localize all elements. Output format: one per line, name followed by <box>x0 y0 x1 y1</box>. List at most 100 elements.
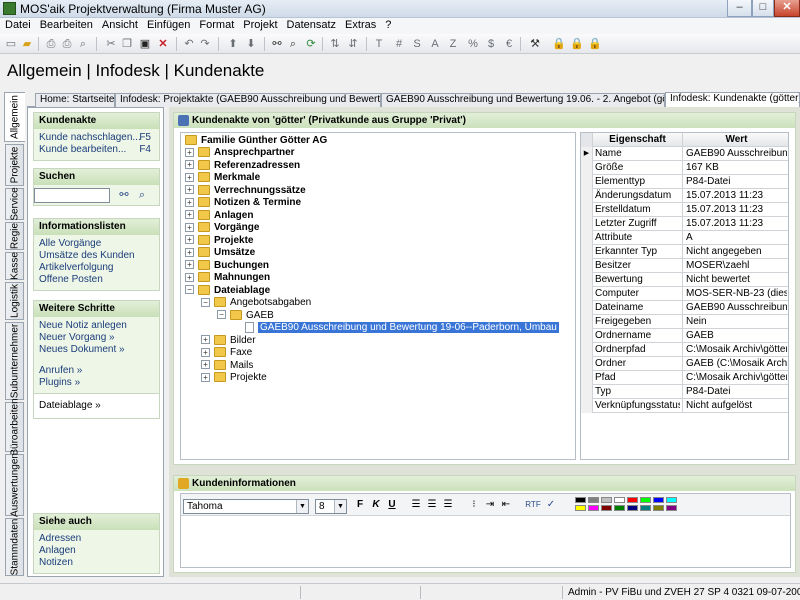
expand-icon[interactable]: + <box>201 372 210 382</box>
menu-projekt[interactable]: Projekt <box>238 18 281 31</box>
menu-einfuegen[interactable]: Einfügen <box>142 18 194 31</box>
property-row[interactable]: DateinameGAEB90 Ausschreibung ... <box>581 301 788 315</box>
vtab-logistik[interactable]: Logistik <box>5 282 24 320</box>
align-left-icon[interactable]: ☰ <box>409 498 423 512</box>
tree-node[interactable]: + Projekte <box>201 372 267 384</box>
bullet-list-icon[interactable]: ⁝ <box>467 498 481 512</box>
color-swatch[interactable] <box>601 497 612 503</box>
property-row[interactable]: Freigegeben Nein <box>581 315 788 329</box>
advanced-search-icon[interactable]: ⌕ <box>134 187 150 203</box>
property-row[interactable]: PfadC:\Mosaik Archiv\götter\... <box>581 371 788 385</box>
tree-node[interactable]: + Mails <box>201 360 253 372</box>
neues-dokument-link[interactable]: Neues Dokument » <box>39 344 154 356</box>
property-row[interactable]: Größe 167 KB <box>581 161 788 175</box>
color-swatch[interactable] <box>653 505 664 511</box>
expand-icon[interactable]: + <box>201 347 210 357</box>
indent-icon[interactable]: ⇥ <box>483 498 497 512</box>
refresh-icon[interactable]: ⟳ <box>304 37 318 51</box>
property-row[interactable]: Erkannter Typ Nicht angegeben <box>581 245 788 259</box>
property-row[interactable]: ▶NameGAEB90 Ausschreibung ... <box>581 147 788 161</box>
color-swatch[interactable] <box>653 497 664 503</box>
bold-button[interactable]: F <box>353 498 367 512</box>
color-swatch[interactable] <box>614 497 625 503</box>
expand-icon[interactable]: + <box>185 172 194 182</box>
tree-node[interactable]: + Buchungen <box>185 260 269 272</box>
umsaetze-link[interactable]: Umsätze des Kunden <box>39 250 154 262</box>
menu-bearbeiten[interactable]: Bearbeiten <box>35 18 97 31</box>
neuer-vorgang-link[interactable]: Neuer Vorgang » <box>39 332 154 344</box>
italic-button[interactable]: K <box>369 498 383 512</box>
maximize-button[interactable]: □ <box>752 0 774 17</box>
tree-node[interactable]: + Umsätze <box>185 247 255 259</box>
adressen-link[interactable]: Adressen <box>39 533 154 545</box>
tree-node-gaeb[interactable]: − GAEB <box>217 310 274 322</box>
a-icon[interactable]: A <box>428 37 442 51</box>
size-select[interactable]: 8 ▼ <box>315 499 347 514</box>
z-icon[interactable]: Z <box>446 37 460 51</box>
rtf-icon[interactable]: RTF <box>525 498 541 512</box>
tree-node-angebotsabgaben[interactable]: − Angebotsabgaben <box>201 297 311 309</box>
property-row[interactable]: ComputerMOS-SER-NB-23 (dieser ... <box>581 287 788 301</box>
notizen-link[interactable]: Notizen <box>39 557 154 569</box>
color-swatch[interactable] <box>627 505 638 511</box>
print-setup-icon[interactable]: ⎙ <box>60 37 74 51</box>
vtab-auswertungen[interactable]: Auswertungen <box>5 453 24 517</box>
lock-blue-icon[interactable]: 🔒 <box>552 37 566 51</box>
property-row[interactable]: OrdnerGAEB (C:\Mosaik Archiv\... <box>581 357 788 371</box>
expand-icon[interactable]: + <box>185 160 194 170</box>
delete-icon[interactable]: ✕ <box>156 37 170 51</box>
tree-node[interactable]: + Merkmale <box>185 172 260 184</box>
collapse-icon[interactable]: − <box>201 297 210 307</box>
property-row[interactable]: Erstelldatum 15.07.2013 11:23 <box>581 203 788 217</box>
undo-icon[interactable]: ↶ <box>182 37 196 51</box>
align-center-icon[interactable]: ☰ <box>425 498 439 512</box>
underline-button[interactable]: U <box>385 498 399 512</box>
tree-node[interactable]: + Verrechnungssätze <box>185 185 306 197</box>
expand-icon[interactable]: + <box>185 185 194 195</box>
menu-ansicht[interactable]: Ansicht <box>97 18 142 31</box>
color-swatch[interactable] <box>640 497 651 503</box>
tab-kundenakte[interactable]: Infodesk: Kundenakte (götter)× <box>665 92 800 108</box>
copy-icon[interactable]: ❐ <box>120 37 134 51</box>
collapse-icon[interactable]: − <box>217 310 226 320</box>
menu-extras[interactable]: Extras <box>340 18 380 31</box>
tools-icon[interactable]: ⚒ <box>528 37 542 51</box>
vtab-bueroarbeiten[interactable]: Büroarbeiten <box>5 398 24 456</box>
anlagen-link[interactable]: Anlagen <box>39 545 154 557</box>
expand-icon[interactable]: + <box>185 147 194 157</box>
tree-node-dateiablage[interactable]: − Dateiablage <box>185 285 270 297</box>
s-icon[interactable]: S <box>410 37 424 51</box>
tree-node-file[interactable]: GAEB90 Ausschreibung und Bewertung 19-06… <box>245 321 560 335</box>
color-swatch[interactable] <box>666 497 677 503</box>
open-icon[interactable]: ▰ <box>20 37 34 51</box>
color-swatch[interactable] <box>627 497 638 503</box>
tree-node[interactable]: + Ansprechpartner <box>185 147 295 159</box>
expand-icon[interactable]: + <box>201 335 210 345</box>
tree-root[interactable]: Familie Günther Götter AG <box>185 135 327 147</box>
property-row[interactable]: Verknüpfungsstatus Nicht aufgelöst <box>581 399 788 413</box>
new-icon[interactable]: ▭ <box>4 37 18 51</box>
color-swatch[interactable] <box>588 505 599 511</box>
expand-icon[interactable]: + <box>185 197 194 207</box>
spellcheck-icon[interactable]: ✓ <box>543 498 559 512</box>
alle-vorgaenge-link[interactable]: Alle Vorgänge <box>39 238 154 250</box>
vtab-service[interactable]: Service <box>5 187 24 221</box>
font-select[interactable]: Tahoma ▼ <box>183 499 309 514</box>
property-row[interactable]: Elementtyp P84-Datei <box>581 175 788 189</box>
tree-node[interactable]: + Notizen & Termine <box>185 197 301 209</box>
vtab-stammdaten[interactable]: Stammdaten <box>5 518 24 576</box>
vtab-subunternehmer[interactable]: Subunternehmer <box>5 322 24 400</box>
property-row[interactable]: OrdnerpfadC:\Mosaik Archiv\götter\... <box>581 343 788 357</box>
paste-icon[interactable]: ▣ <box>138 37 152 51</box>
color-swatch[interactable] <box>614 505 625 511</box>
print-icon[interactable]: ⎙ <box>44 37 58 51</box>
property-row[interactable]: Bewertung Nicht bewertet <box>581 273 788 287</box>
color-swatch[interactable] <box>575 505 586 511</box>
vtab-kasse[interactable]: Kasse <box>5 252 24 280</box>
search-input[interactable] <box>34 188 110 203</box>
tab-home[interactable]: Home: Startseite <box>35 93 115 107</box>
offene-posten-link[interactable]: Offene Posten <box>39 274 154 286</box>
minimize-button[interactable]: – <box>727 0 752 17</box>
color-swatch[interactable] <box>601 505 612 511</box>
collapse-icon[interactable]: − <box>185 285 194 295</box>
